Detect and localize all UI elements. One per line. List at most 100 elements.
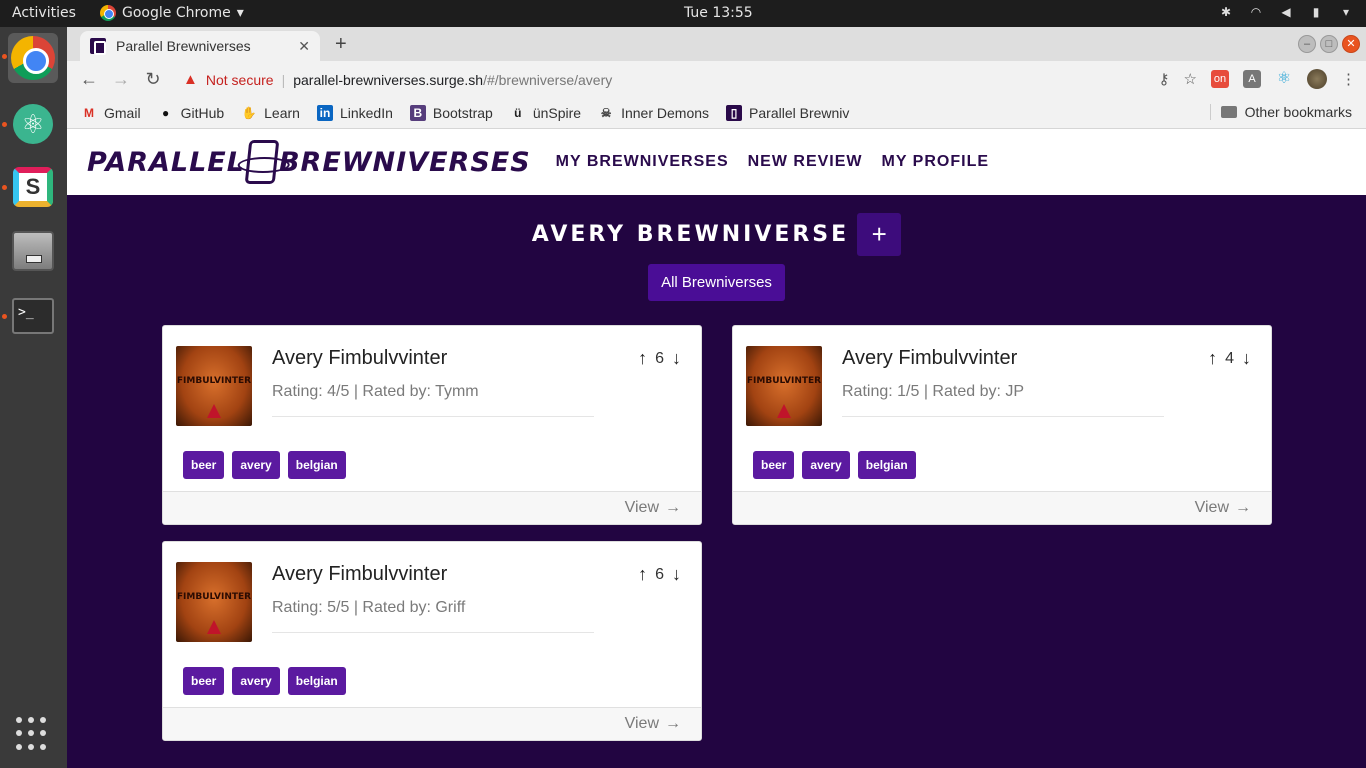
chevron-down-icon: ▾ xyxy=(236,5,244,21)
system-top-bar: Activities Google Chrome ▾ Tue 13:55 ✱ ◠… xyxy=(0,0,1366,27)
close-window-button[interactable]: ✕ xyxy=(1342,35,1360,53)
browser-window: Parallel Brewniverses ✕ + – □ ✕ ← → ↻ ▲ … xyxy=(67,27,1366,768)
bookmark-label: Bootstrap xyxy=(432,105,493,121)
security-label[interactable]: Not secure xyxy=(206,72,274,88)
tab-parallel-brewniverses[interactable]: Parallel Brewniverses ✕ xyxy=(80,31,320,61)
profile-avatar[interactable] xyxy=(1307,69,1327,89)
view-label: View xyxy=(1194,499,1229,516)
wifi-icon[interactable]: ◠ xyxy=(1248,4,1264,20)
beer-label-text: FIMBULVINTER xyxy=(176,376,252,386)
brand-logo[interactable]: PARALLEL BREWNIVERSES xyxy=(87,140,531,184)
extension-a-icon[interactable]: A xyxy=(1243,70,1261,88)
new-tab-button[interactable]: + xyxy=(335,33,347,56)
volume-muted-icon[interactable]: ◀ xyxy=(1278,4,1294,20)
show-applications-icon[interactable] xyxy=(16,717,50,751)
tag-badge[interactable]: beer xyxy=(183,451,225,479)
rating-meta: Rating: 1/5 | Rated by: JP xyxy=(842,383,1025,400)
react-devtools-icon[interactable]: ⚛ xyxy=(1275,70,1293,88)
app-menu[interactable]: Google Chrome ▾ xyxy=(100,5,244,21)
beer-name[interactable]: Avery Fimbulvvinter xyxy=(272,563,447,586)
github-icon: ● xyxy=(161,106,170,120)
bookmark-inner-demons[interactable]: ☠ Inner Demons xyxy=(598,105,709,121)
running-indicator xyxy=(2,185,7,190)
star-icon[interactable]: ☆ xyxy=(1184,70,1197,88)
dock-terminal[interactable]: >_ xyxy=(8,291,58,341)
card-footer: View → xyxy=(733,491,1271,524)
upvote-icon[interactable]: ↑ xyxy=(638,564,647,585)
downvote-icon[interactable]: ↓ xyxy=(672,348,681,369)
tag-badge[interactable]: belgian xyxy=(287,667,346,695)
all-brewniverses-button[interactable]: All Brewniverses xyxy=(648,264,785,301)
avery-logo-icon xyxy=(777,404,791,418)
activities-button[interactable]: Activities xyxy=(12,5,76,21)
bookmark-gmail[interactable]: M Gmail xyxy=(81,105,141,121)
beer-label-image[interactable]: FIMBULVINTER xyxy=(746,346,822,426)
beer-name[interactable]: Avery Fimbulvvinter xyxy=(272,347,447,370)
dock-slack[interactable]: S xyxy=(8,162,58,212)
address-bar[interactable]: ▲ Not secure | parallel-brewniverses.sur… xyxy=(183,65,1143,94)
tag-badge[interactable]: belgian xyxy=(287,451,346,479)
dock-files[interactable] xyxy=(8,225,58,275)
card-footer: View → xyxy=(163,707,701,740)
battery-icon[interactable]: ▮ xyxy=(1308,4,1324,20)
review-card: FIMBULVINTER Avery Fimbulvvinter Rating:… xyxy=(162,325,702,525)
maximize-button[interactable]: □ xyxy=(1320,35,1338,53)
back-button[interactable]: ← xyxy=(73,69,105,90)
view-link[interactable]: View → xyxy=(625,715,681,733)
running-indicator xyxy=(2,314,7,319)
app-menu-label: Google Chrome xyxy=(122,5,231,21)
puzzle-icon[interactable]: ✱ xyxy=(1218,4,1234,20)
terminal-icon: >_ xyxy=(12,298,54,334)
tag-badge[interactable]: beer xyxy=(753,451,795,479)
tag-badge[interactable]: avery xyxy=(232,667,280,695)
nav-my-brewniverses[interactable]: MY BREWNIVERSES xyxy=(556,153,729,171)
forward-button[interactable]: → xyxy=(105,69,137,90)
view-link[interactable]: View → xyxy=(1195,499,1251,517)
beer-label-image[interactable]: FIMBULVINTER xyxy=(176,346,252,426)
tag-list: beer avery belgian xyxy=(183,667,346,695)
minimize-button[interactable]: – xyxy=(1298,35,1316,53)
chrome-icon xyxy=(11,36,55,80)
reload-button[interactable]: ↻ xyxy=(137,69,169,90)
dock-atom[interactable]: ⚛ xyxy=(8,99,58,149)
tag-badge[interactable]: avery xyxy=(232,451,280,479)
clock[interactable]: Tue 13:55 xyxy=(684,5,753,21)
chevron-down-icon[interactable]: ▾ xyxy=(1338,4,1354,20)
other-bookmarks[interactable]: Other bookmarks xyxy=(1209,104,1352,120)
nav-new-review[interactable]: NEW REVIEW xyxy=(748,153,863,171)
unspire-icon: ü xyxy=(514,106,522,120)
bookmark-github[interactable]: ● GitHub xyxy=(158,105,224,121)
key-icon[interactable]: ⚷ xyxy=(1159,70,1170,88)
bookmark-bootstrap[interactable]: B Bootstrap xyxy=(409,105,493,121)
extension-on-icon[interactable]: on xyxy=(1211,70,1229,88)
chrome-icon xyxy=(100,5,116,21)
bookmark-label: Learn xyxy=(264,105,300,121)
add-review-button[interactable]: + xyxy=(857,213,902,256)
downvote-icon[interactable]: ↓ xyxy=(1242,348,1251,369)
bookmark-linkedin[interactable]: in LinkedIn xyxy=(316,105,393,121)
tag-badge[interactable]: beer xyxy=(183,667,225,695)
tag-badge[interactable]: belgian xyxy=(857,451,916,479)
bookmark-parallel-brewniverses[interactable]: ▯ Parallel Brewniv xyxy=(726,105,849,121)
nav-my-profile[interactable]: MY PROFILE xyxy=(882,153,990,171)
bookmark-learn[interactable]: ✋ Learn xyxy=(241,105,300,121)
dock-chrome[interactable] xyxy=(8,33,58,83)
more-menu-icon[interactable]: ⋮ xyxy=(1341,70,1356,88)
warning-icon[interactable]: ▲ xyxy=(183,71,198,88)
view-link[interactable]: View → xyxy=(625,499,681,517)
avery-logo-icon xyxy=(207,620,221,634)
bookmark-label: ünSpire xyxy=(532,105,582,121)
close-tab-icon[interactable]: ✕ xyxy=(298,38,310,55)
system-tray[interactable]: ✱ ◠ ◀ ▮ ▾ xyxy=(1218,4,1354,20)
running-indicator xyxy=(2,54,7,59)
bookmark-unspire[interactable]: ü ünSpire xyxy=(510,105,581,121)
upvote-icon[interactable]: ↑ xyxy=(638,348,647,369)
downvote-icon[interactable]: ↓ xyxy=(672,564,681,585)
divider xyxy=(272,416,594,417)
upvote-icon[interactable]: ↑ xyxy=(1208,348,1217,369)
beer-name[interactable]: Avery Fimbulvvinter xyxy=(842,347,1017,370)
vote-count: 6 xyxy=(655,565,664,583)
bookmark-label: Gmail xyxy=(104,105,141,121)
beer-label-image[interactable]: FIMBULVINTER xyxy=(176,562,252,642)
tag-badge[interactable]: avery xyxy=(802,451,850,479)
